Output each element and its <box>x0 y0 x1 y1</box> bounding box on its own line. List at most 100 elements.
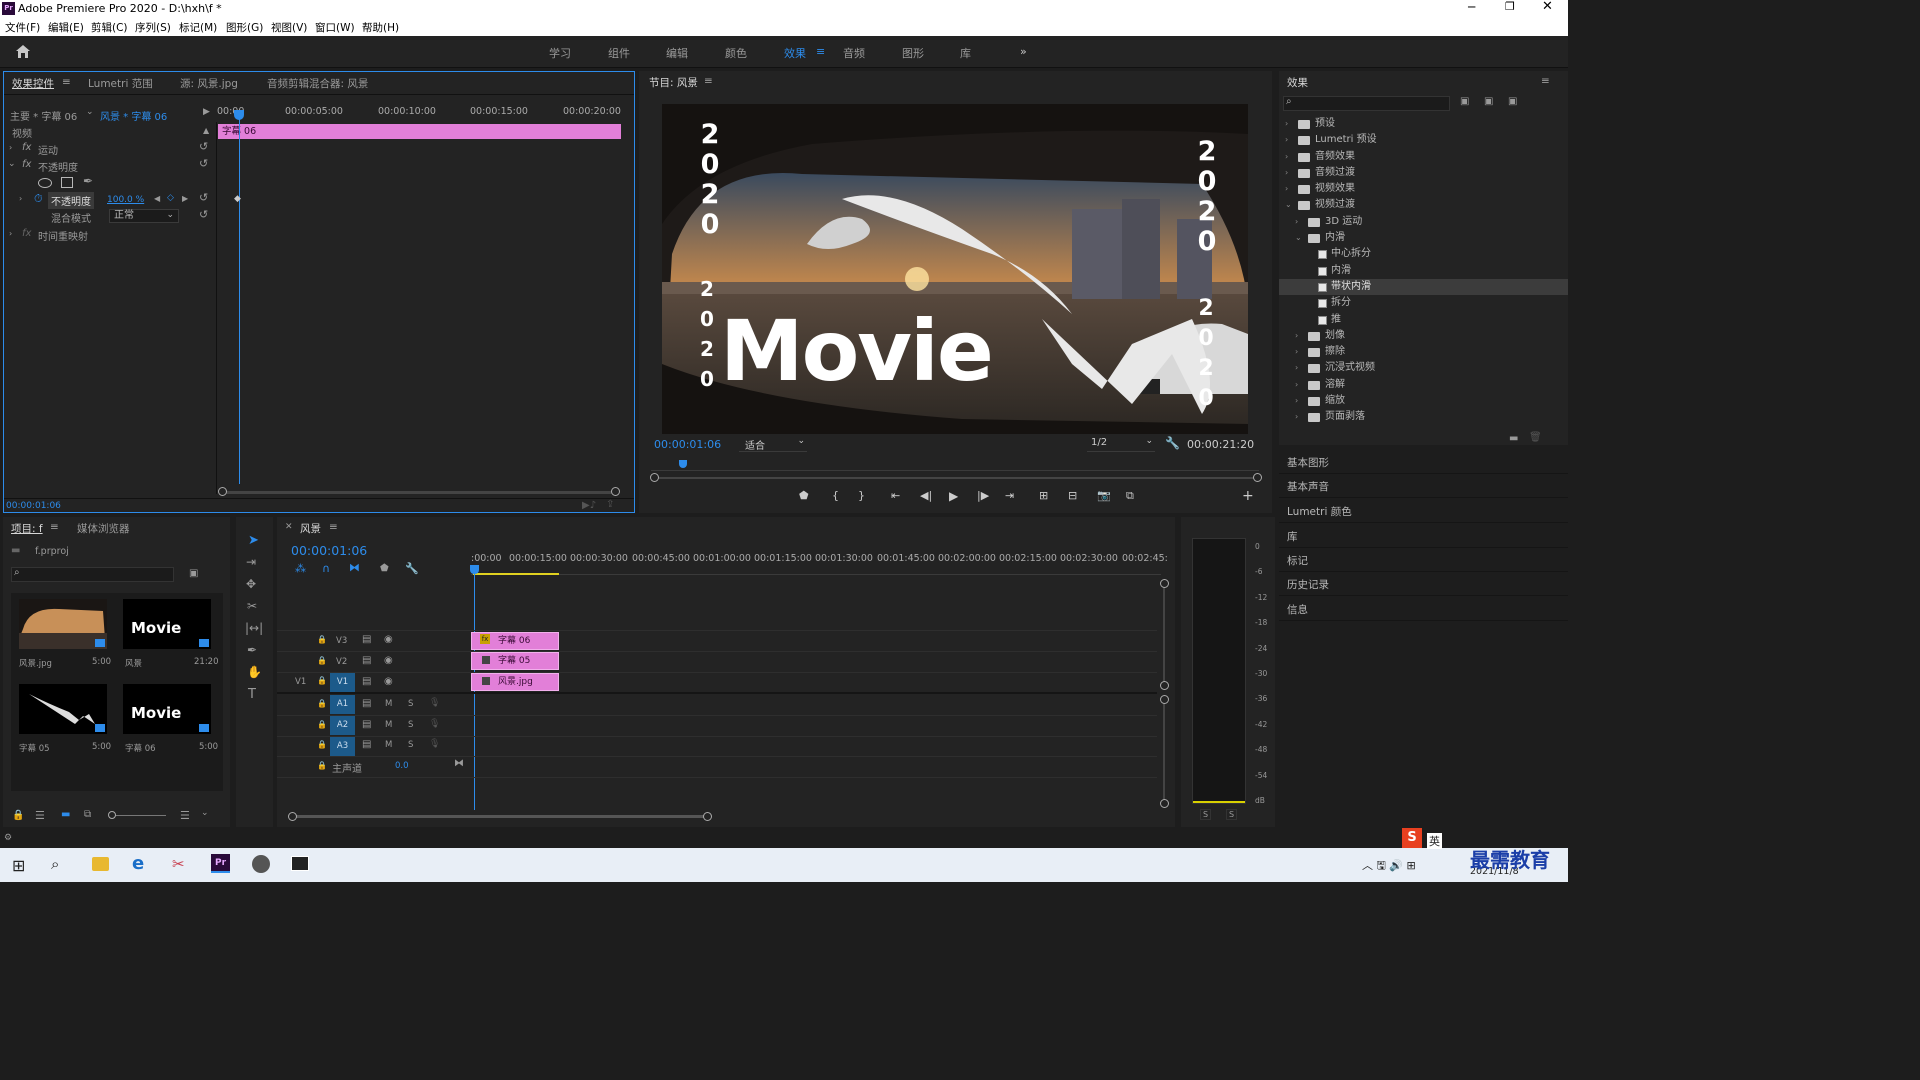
program-scrollbar[interactable] <box>655 477 1257 479</box>
rect-mask-icon[interactable] <box>61 177 73 188</box>
track-lock-icon[interactable]: 🔒 <box>317 761 327 770</box>
keyframe-marker-icon[interactable]: ◆ <box>234 194 241 204</box>
effects-folder[interactable]: ⌄ 视频过渡 <box>1279 197 1568 213</box>
effects-folder[interactable]: › 视频效果 <box>1279 181 1568 197</box>
32bit-effects-icon[interactable]: ▣ <box>1484 96 1493 107</box>
master-dropdown-icon[interactable]: ⌄ <box>86 107 94 117</box>
camera-icon[interactable]: 📷 <box>1097 489 1111 502</box>
track-select-tool-icon[interactable]: ⇥ <box>246 555 256 569</box>
expand-arrow-icon[interactable]: ▶ <box>203 107 210 117</box>
tab-lumetri-scopes[interactable]: Lumetri 范围 <box>88 76 153 91</box>
solo-right-button[interactable]: S <box>1226 809 1238 820</box>
chevron-right-icon[interactable]: › <box>1295 214 1298 230</box>
effects-folder[interactable]: › 预设 <box>1279 116 1568 132</box>
effects-folder[interactable]: › 溶解 <box>1279 377 1568 393</box>
opacity-param-expand-icon[interactable]: › <box>19 194 22 203</box>
effect-item[interactable]: 推 <box>1279 312 1568 328</box>
chevron-right-icon[interactable]: › <box>1295 328 1298 344</box>
chevron-right-icon[interactable]: › <box>1285 181 1288 197</box>
eye-icon[interactable]: ◉ <box>384 634 393 645</box>
track-label[interactable]: V2 <box>336 657 347 667</box>
add-marker-icon[interactable]: ⬟ <box>380 563 389 574</box>
menu-window[interactable]: 窗口(W) <box>315 20 355 35</box>
snipping-tool-icon[interactable]: ✂ <box>172 855 185 873</box>
opacity-label[interactable]: 不透明度 <box>38 159 78 174</box>
file-explorer-icon[interactable] <box>92 857 109 871</box>
project-search-input[interactable]: ⌕ <box>11 567 174 582</box>
edge-browser-icon[interactable]: e <box>132 853 144 874</box>
motion-label[interactable]: 运动 <box>38 142 58 157</box>
ws-audio[interactable]: 音频 <box>843 45 865 61</box>
button-editor-icon[interactable]: + <box>1242 488 1254 504</box>
scroll-up-icon[interactable]: ▲ <box>203 126 209 135</box>
tab-sequence[interactable]: 风景 <box>300 521 321 536</box>
voiceover-icon[interactable]: 🎙 <box>429 739 440 749</box>
list-view-icon[interactable]: ☰ <box>35 809 45 822</box>
work-area-bar[interactable] <box>473 573 559 575</box>
chevron-right-icon[interactable]: › <box>1295 360 1298 376</box>
razor-tool-icon[interactable]: ✂ <box>247 599 257 613</box>
panel-libraries[interactable]: 库 <box>1287 529 1298 544</box>
vertical-zoom-audio[interactable] <box>1163 699 1165 803</box>
freeform-view-icon[interactable]: ⧉ <box>84 809 91 820</box>
add-keyframe-icon[interactable]: ◇ <box>167 193 174 203</box>
track-lock-icon[interactable]: 🔒 <box>317 676 327 685</box>
settings-wrench-icon[interactable]: 🔧 <box>1165 436 1180 450</box>
project-item[interactable]: Movie <box>123 599 211 649</box>
panel-lumetri-color[interactable]: Lumetri 颜色 <box>1287 504 1352 519</box>
chevron-right-icon[interactable]: › <box>1285 116 1288 132</box>
chevron-down-icon[interactable]: ⌄ <box>1295 230 1302 246</box>
project-menu-icon[interactable]: ≡ <box>50 521 59 533</box>
play-icon[interactable]: ▶ <box>949 489 958 503</box>
motion-expand-icon[interactable]: › <box>9 143 12 152</box>
lift-icon[interactable]: ⊞ <box>1039 489 1048 502</box>
chevron-down-icon[interactable]: ⌄ <box>201 808 209 818</box>
ws-graphics[interactable]: 图形 <box>902 45 924 61</box>
ellipse-mask-icon[interactable] <box>38 178 52 188</box>
program-title[interactable]: 节目: 风景 <box>649 75 698 90</box>
tab-media-browser[interactable]: 媒体浏览器 <box>77 521 130 536</box>
menu-sequence[interactable]: 序列(S) <box>135 20 171 35</box>
menu-edit[interactable]: 编辑(E) <box>48 20 84 35</box>
pen-mask-icon[interactable]: ✒ <box>83 174 93 188</box>
effects-folder[interactable]: › 3D 运动 <box>1279 214 1568 230</box>
go-to-end-icon[interactable]: ⧓ <box>454 758 464 769</box>
effect-item[interactable]: 拆分 <box>1279 295 1568 311</box>
ws-menu-icon[interactable]: ≡ <box>816 45 825 58</box>
prev-keyframe-icon[interactable]: ◀ <box>154 194 160 203</box>
ec-playhead-handle-icon[interactable] <box>234 110 244 120</box>
mute-button[interactable]: M <box>385 740 392 750</box>
track-target-a3[interactable]: A3 <box>330 737 355 756</box>
clip-v3[interactable]: fx 字幕 06 <box>471 632 559 650</box>
eye-icon[interactable]: ◉ <box>384 655 393 666</box>
extract-icon[interactable]: ⊟ <box>1068 489 1077 502</box>
track-lock-icon[interactable]: 🔒 <box>317 740 327 749</box>
linked-selection-icon[interactable]: ⧓ <box>349 561 360 574</box>
photos-app-icon[interactable] <box>291 856 309 871</box>
export-icon[interactable]: ⇪ <box>606 499 614 510</box>
hand-tool-icon[interactable]: ✋ <box>247 665 262 679</box>
close-icon[interactable]: ✕ <box>1542 0 1553 14</box>
tab-project[interactable]: 项目: f <box>11 521 43 536</box>
program-time-ruler[interactable] <box>651 463 1259 471</box>
effect-item[interactable]: 中心拆分 <box>1279 246 1568 262</box>
track-target-a1[interactable]: A1 <box>330 695 355 714</box>
sort-icon[interactable]: ☰ <box>180 809 190 822</box>
lock-icon[interactable]: 🔒 <box>12 810 24 821</box>
ec-clip-bar[interactable]: 字幕 06 <box>218 124 621 139</box>
master-volume-value[interactable]: 0.0 <box>395 761 409 771</box>
go-to-in-icon[interactable]: ⇤ <box>891 489 900 502</box>
reset-opacity-icon[interactable]: ↺ <box>199 157 208 170</box>
ripple-edit-tool-icon[interactable]: ✥ <box>246 577 256 591</box>
type-tool-icon[interactable]: T <box>248 687 256 702</box>
chevron-down-icon[interactable]: ⌄ <box>1285 197 1292 213</box>
effects-folder[interactable]: › 音频效果 <box>1279 149 1568 165</box>
horizontal-zoom-scrollbar[interactable] <box>293 815 711 818</box>
tab-source[interactable]: 源: 风景.jpg <box>180 76 238 91</box>
effects-search-input[interactable]: ⌕ <box>1283 96 1450 111</box>
sync-lock-icon[interactable]: ▤ <box>362 655 371 666</box>
selection-tool-icon[interactable]: ➤ <box>248 533 259 548</box>
mark-in-icon[interactable]: { <box>832 489 839 502</box>
nest-icon[interactable]: ⁂ <box>295 562 306 575</box>
menu-marker[interactable]: 标记(M) <box>179 20 217 35</box>
